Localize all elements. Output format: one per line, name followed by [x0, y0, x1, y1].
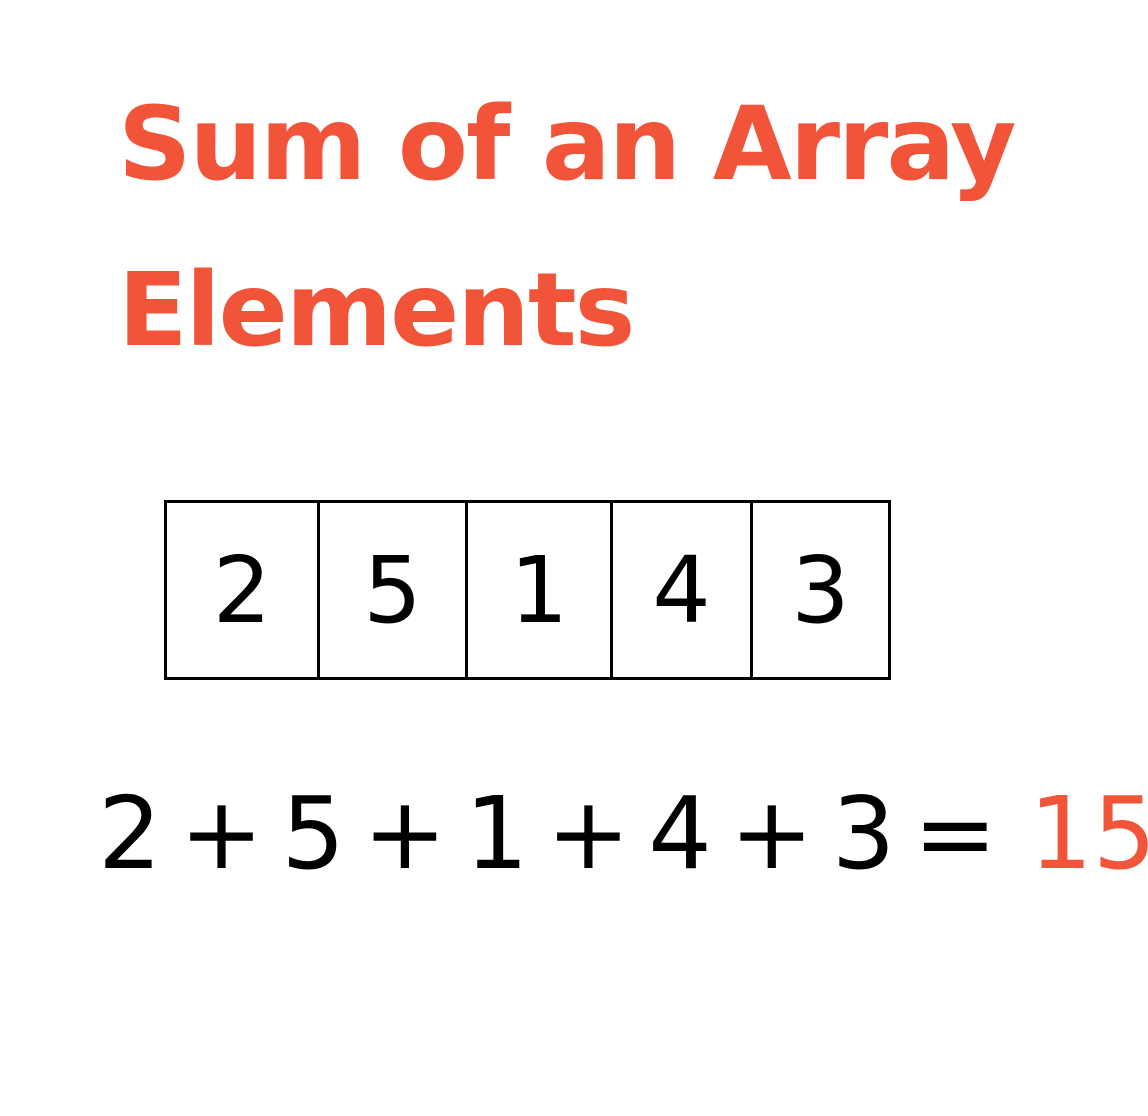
- title-line-2: Elements: [118, 251, 635, 370]
- equation-term-0: 2: [98, 774, 162, 892]
- equation-term-1: 5: [281, 774, 346, 892]
- page-title: Sum of an Array Elements: [118, 62, 1078, 394]
- sum-result: 15: [1029, 774, 1148, 892]
- title-line-1: Sum of an Array: [118, 85, 1017, 204]
- equation-term-2: 1: [464, 774, 529, 892]
- array-cell-1: 5: [317, 503, 465, 677]
- equation-term-3: 4: [648, 774, 712, 892]
- array-cell-3: 4: [610, 503, 750, 677]
- plus-sign: +: [363, 774, 447, 892]
- equation-term-4: 3: [831, 774, 896, 892]
- plus-sign: +: [179, 774, 264, 892]
- equals-sign: =: [913, 774, 998, 892]
- array-cell-0: 2: [212, 536, 272, 644]
- plus-sign: +: [546, 774, 631, 892]
- array-cell-4: 3: [750, 503, 888, 677]
- sum-equation: 2 + 5 + 1 + 4 + 3 = 15: [98, 775, 1148, 892]
- plus-sign: +: [729, 774, 814, 892]
- array-cell-2: 1: [465, 503, 610, 677]
- array-box: 2 5 1 4 3: [164, 500, 891, 680]
